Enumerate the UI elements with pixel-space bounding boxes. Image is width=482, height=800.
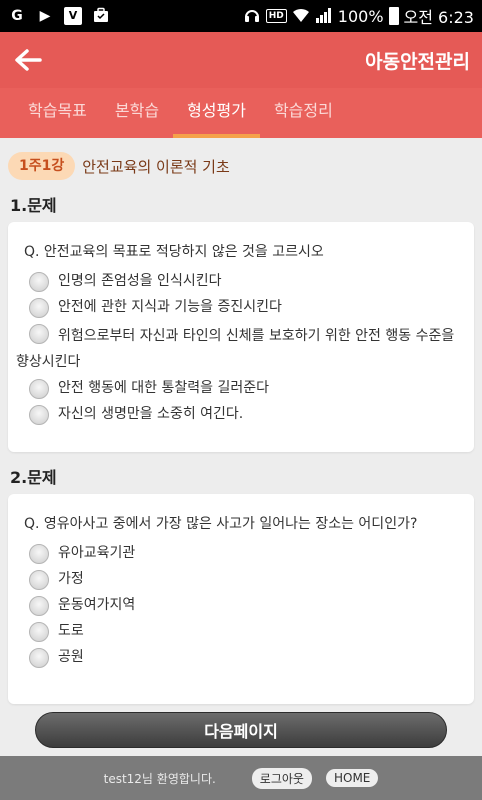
radio-button[interactable] [29,648,49,668]
question-1-label: 1.문제 [10,196,57,215]
lesson-title: 안전교육의 이론적 기초 [82,157,230,176]
main-content: 1주1강 안전교육의 이론적 기초 1.문제 Q. 안전교육의 목표로 적당하지… [0,138,482,756]
radio-button[interactable] [29,272,49,292]
welcome-text: test12님 환영합니다. [103,771,216,786]
option-label: 도로 [58,623,84,639]
app-title: 아동안전관리 [365,50,470,73]
q1-option-4[interactable]: 안전 행동에 대한 통찰력을 길러준다 [24,375,460,401]
tab-bar: 학습목표 본학습 형성평가 학습정리 [0,88,482,138]
q2-option-3[interactable]: 운동여가지역 [24,592,460,618]
back-button[interactable] [0,32,56,88]
radio-button[interactable] [29,544,49,564]
signal-icon [315,7,333,25]
briefcase-icon [92,7,110,25]
radio-button[interactable] [29,324,49,344]
q1-option-5[interactable]: 자신의 생명만을 소중히 여긴다. [24,401,460,427]
option-label: 위험으로부터 자신과 타인의 신체를 보호하기 위한 안전 행동 수준을 향상시… [16,328,455,370]
tab-summary[interactable]: 학습정리 [260,88,347,138]
logout-button[interactable]: 로그아웃 [251,767,312,789]
radio-button[interactable] [29,622,49,642]
radio-button[interactable] [29,298,49,318]
headset-icon [243,7,261,25]
next-page-button[interactable]: 다음페이지 [35,712,447,748]
footer: test12님 환영합니다. 로그아웃 HOME [0,756,482,800]
status-bar: G ▶ V HD 100% 오전 6:23 [0,0,482,32]
play-icon: ▶ [39,8,51,24]
radio-button[interactable] [29,379,49,399]
question-1-text: Q. 안전교육의 목표로 적당하지 않은 것을 고르시오 [24,244,324,260]
option-label: 인명의 존엄성을 인식시킨다 [58,273,222,289]
question-1-card: Q. 안전교육의 목표로 적당하지 않은 것을 고르시오 인명의 존엄성을 인식… [8,222,474,452]
q2-option-2[interactable]: 가정 [24,566,460,592]
radio-button[interactable] [29,570,49,590]
option-label: 유아교육기관 [58,545,136,561]
battery-percent: 100% [337,6,384,26]
tab-formative-evaluation[interactable]: 형성평가 [173,88,260,138]
tab-learning-goal[interactable]: 학습목표 [14,88,101,138]
home-button[interactable]: HOME [325,769,379,787]
option-label: 자신의 생명만을 소중히 여긴다. [58,406,244,422]
app-bar: 아동안전관리 [0,32,482,88]
question-2-label: 2.문제 [10,468,57,487]
wifi-icon [292,7,310,25]
vs-icon: V [64,7,82,25]
tab-main-lesson[interactable]: 본학습 [101,88,173,138]
option-label: 운동여가지역 [58,597,136,613]
lesson-badge: 1주1강 [8,152,76,180]
option-label: 안전 행동에 대한 통찰력을 길러준다 [58,380,269,396]
option-label: 안전에 관한 지식과 기능을 증진시킨다 [58,299,282,315]
question-2-text: Q. 영유아사고 중에서 가장 많은 사고가 일어나는 장소는 어디인가? [24,516,418,532]
q2-option-1[interactable]: 유아교육기관 [24,540,460,566]
arrow-left-icon [15,49,42,71]
radio-button[interactable] [29,596,49,616]
q1-option-3[interactable]: 위험으로부터 자신과 타인의 신체를 보호하기 위한 안전 행동 수준을 향상시… [16,320,460,375]
q2-option-4[interactable]: 도로 [24,618,460,644]
battery-icon [388,7,399,25]
g-icon: G [11,8,23,24]
lesson-header: 1주1강 안전교육의 이론적 기초 [8,152,230,180]
option-label: 공원 [58,649,84,665]
option-label: 가정 [58,571,84,587]
hd-icon: HD [265,9,287,23]
q2-option-5[interactable]: 공원 [24,644,460,670]
clock: 오전 6:23 [403,8,474,27]
q1-option-2[interactable]: 안전에 관한 지식과 기능을 증진시킨다 [24,294,460,320]
q1-option-1[interactable]: 인명의 존엄성을 인식시킨다 [24,268,460,294]
radio-button[interactable] [29,405,49,425]
question-2-card: Q. 영유아사고 중에서 가장 많은 사고가 일어나는 장소는 어디인가? 유아… [8,494,474,704]
